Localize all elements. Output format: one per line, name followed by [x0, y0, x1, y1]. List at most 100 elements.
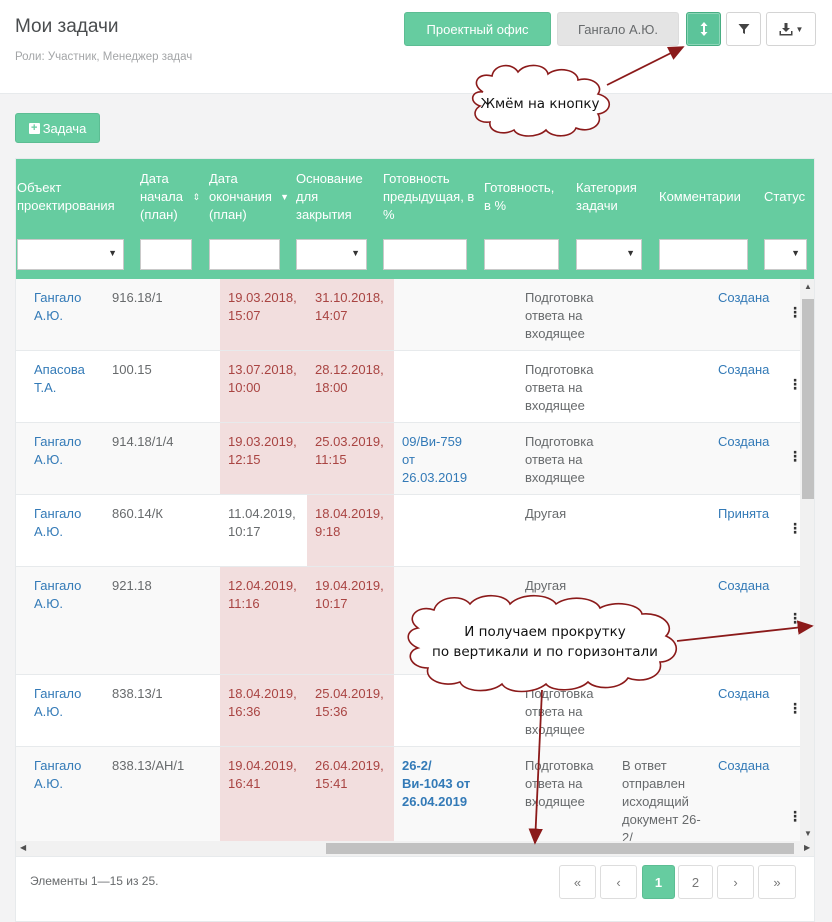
basis-link[interactable]	[402, 351, 477, 422]
scroll-left-icon[interactable]: ◀	[20, 843, 26, 852]
table-row[interactable]: Гангало А.Ю. 916.18/1 19.03.2018, 15:07 …	[16, 279, 802, 351]
filter-start-date-input[interactable]	[140, 239, 192, 270]
table-row[interactable]: Гангало А.Ю. 860.14/К 11.04.2019, 10:17 …	[16, 495, 802, 567]
category-cell: Подготовка ответа на входящее	[525, 434, 594, 485]
filter-object-select[interactable]	[17, 239, 124, 270]
sort-icon: ⇕	[192, 191, 200, 202]
column-header-category[interactable]: Категория задачи	[576, 159, 656, 234]
author-link[interactable]: Гангало А.Ю.	[34, 279, 104, 350]
end-date-cell: 26.04.2019, 15:41	[307, 747, 394, 841]
kebab-icon[interactable]: ⋮	[788, 521, 802, 535]
roles-text: Роли: Участник, Менеджер задач	[15, 51, 193, 63]
filter-comments-input[interactable]	[659, 239, 748, 270]
pager-next-button[interactable]: ›	[717, 865, 754, 899]
category-cell: Подготовка ответа на входящее	[525, 758, 594, 809]
category-cell: Подготовка ответа на входящее	[525, 290, 594, 341]
horizontal-scroll-thumb[interactable]	[326, 843, 794, 854]
column-header-prev-readiness[interactable]: Готовность предыдущая, в %	[383, 159, 478, 234]
table-row[interactable]: Гангало А.Ю. 914.18/1/4 19.03.2019, 12:1…	[16, 423, 802, 495]
column-header-start-date[interactable]: Дата начала (план) ⇕	[140, 159, 200, 234]
table-row[interactable]: Гангало А.Ю. 838.13/1 18.04.2019, 16:36 …	[16, 675, 802, 747]
resize-vertical-icon	[700, 22, 707, 36]
basis-link[interactable]	[402, 567, 477, 674]
table-row[interactable]: Гангало А.Ю. 921.18 12.04.2019, 11:16 19…	[16, 567, 802, 675]
comment-cell	[622, 279, 707, 350]
kebab-icon[interactable]: ⋮	[788, 305, 802, 319]
scroll-right-icon[interactable]: ▶	[804, 843, 810, 852]
author-link[interactable]: Гангало А.Ю.	[34, 423, 104, 494]
pager-last-button[interactable]: »	[758, 865, 796, 899]
status-link[interactable]: Создана	[718, 567, 778, 674]
category-cell: Другая	[525, 578, 567, 593]
grid-footer: Элементы 1—15 из 25. « ‹ 1 2 › »	[16, 856, 814, 921]
end-date-cell: 25.03.2019, 11:15	[307, 423, 394, 494]
author-link[interactable]: Апасова Т.А.	[34, 351, 104, 422]
object-cell: 100.15	[112, 362, 152, 377]
pager-page-1[interactable]: 1	[642, 865, 675, 899]
scroll-toggle-button[interactable]	[686, 12, 721, 46]
basis-link[interactable]	[402, 279, 477, 350]
column-header-readiness[interactable]: Готовность, в %	[484, 159, 564, 234]
user-button[interactable]: Гангало А.Ю.	[557, 12, 679, 46]
scroll-up-icon[interactable]: ▲	[804, 282, 812, 291]
comment-cell	[622, 567, 707, 674]
start-date-cell: 12.04.2019, 11:16	[220, 567, 307, 674]
status-link[interactable]: Создана	[718, 279, 778, 350]
status-link[interactable]: Создана	[718, 351, 778, 422]
add-task-button[interactable]: + Задача	[15, 113, 100, 143]
vertical-scrollbar[interactable]: ▲ ▼	[800, 279, 814, 841]
column-header-end-date[interactable]: Дата окончания (план) ▼	[209, 159, 289, 234]
horizontal-scrollbar[interactable]: ◀ ▶	[16, 841, 814, 856]
author-link[interactable]: Гангало А.Ю.	[34, 567, 104, 674]
kebab-icon[interactable]: ⋮	[788, 701, 802, 715]
project-office-button[interactable]: Проектный офис	[404, 12, 551, 46]
scroll-down-icon[interactable]: ▼	[804, 829, 812, 838]
column-header-object[interactable]: Объект проектирования	[17, 159, 137, 234]
basis-link[interactable]	[402, 495, 477, 566]
grid-header: Объект проектирования Дата начала (план)…	[16, 159, 814, 279]
column-header-comments[interactable]: Комментарии	[659, 159, 754, 234]
column-header-basis[interactable]: Основание для закрытия	[296, 159, 376, 234]
tasks-grid: Объект проектирования Дата начала (план)…	[15, 158, 815, 922]
filter-end-date-input[interactable]	[209, 239, 280, 270]
category-cell: Другая	[525, 506, 567, 521]
status-link[interactable]: Создана	[718, 747, 778, 841]
status-link[interactable]: Принята	[718, 495, 778, 566]
kebab-icon[interactable]: ⋮	[788, 809, 802, 823]
caret-down-icon: ▼	[795, 24, 804, 34]
column-label: Дата окончания (план)	[209, 170, 272, 222]
start-date-cell: 19.03.2019, 12:15	[220, 423, 307, 494]
sort-desc-icon: ▼	[280, 191, 289, 202]
object-cell: 916.18/1	[112, 290, 163, 305]
table-row[interactable]: Апасова Т.А. 100.15 13.07.2018, 10:00 28…	[16, 351, 802, 423]
filter-basis-select[interactable]	[296, 239, 367, 270]
filter-status-select[interactable]	[764, 239, 807, 270]
table-row[interactable]: Гангало А.Ю. 838.13/АН/1 19.04.2019, 16:…	[16, 747, 802, 841]
pager-first-button[interactable]: «	[559, 865, 596, 899]
elements-count: Элементы 1—15 из 25.	[30, 874, 159, 888]
basis-link[interactable]: 09/Ви-759 от 26.03.2019	[402, 423, 477, 494]
status-link[interactable]: Создана	[718, 423, 778, 494]
pager-page-2[interactable]: 2	[678, 865, 713, 899]
add-task-label: Задача	[42, 120, 87, 136]
filter-category-select[interactable]	[576, 239, 642, 270]
author-link[interactable]: Гангало А.Ю.	[34, 747, 104, 841]
kebab-icon[interactable]: ⋮	[788, 449, 802, 463]
status-link[interactable]: Создана	[718, 675, 778, 746]
basis-link[interactable]	[402, 675, 477, 746]
basis-link[interactable]: 26-2/ Ви-1043 от 26.04.2019	[402, 747, 477, 841]
end-date-cell: 25.04.2019, 15:36	[307, 675, 394, 746]
filter-prev-readiness-input[interactable]	[383, 239, 467, 270]
filter-readiness-input[interactable]	[484, 239, 559, 270]
start-date-cell: 11.04.2019, 10:17	[228, 506, 296, 539]
filter-button[interactable]	[726, 12, 761, 46]
author-link[interactable]: Гангало А.Ю.	[34, 495, 104, 566]
vertical-scroll-thumb[interactable]	[802, 299, 814, 499]
author-link[interactable]: Гангало А.Ю.	[34, 675, 104, 746]
pager-prev-button[interactable]: ‹	[600, 865, 637, 899]
grid-body[interactable]: Гангало А.Ю. 916.18/1 19.03.2018, 15:07 …	[16, 279, 814, 841]
kebab-icon[interactable]: ⋮	[788, 611, 802, 625]
column-header-status[interactable]: Статус	[764, 159, 814, 234]
kebab-icon[interactable]: ⋮	[788, 377, 802, 391]
export-button[interactable]: ▼	[766, 12, 816, 46]
